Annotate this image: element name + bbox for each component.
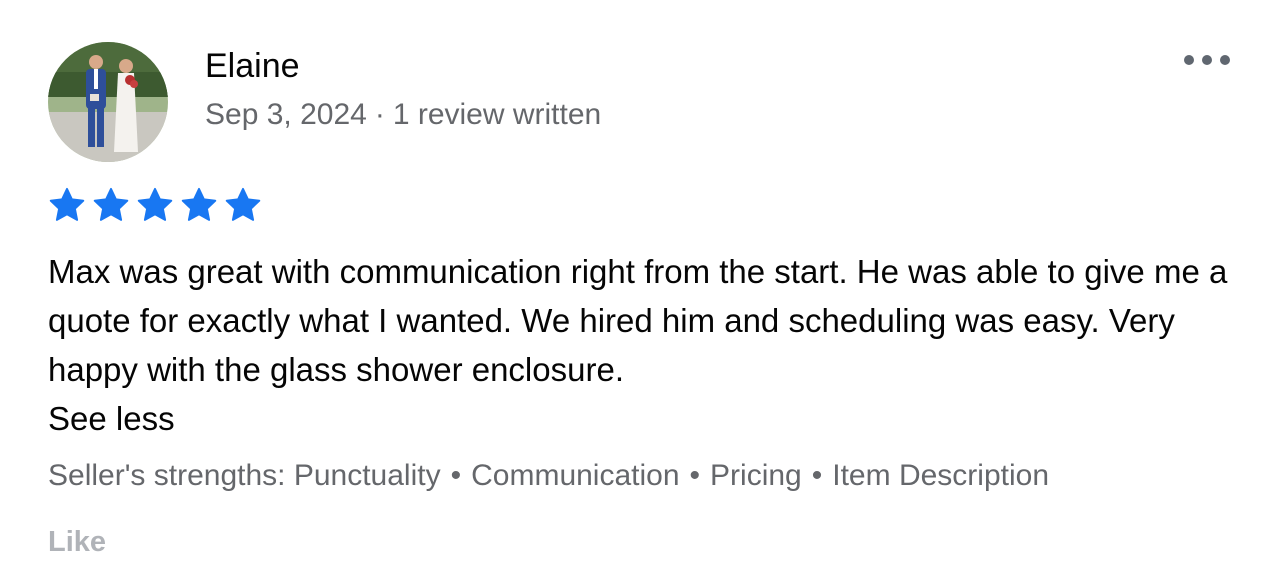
strength-item: Communication [471,459,680,492]
strength-item: Punctuality [293,459,441,492]
see-less-link[interactable]: See less [48,394,175,443]
seller-strengths: Seller's strengths: Punctuality • Communic… [48,457,1049,495]
review-card: Elaine Sep 3, 2024 · 1 review written Max … [0,0,1284,584]
strength-separator: • [450,459,462,492]
reviewer-name[interactable]: Elaine [205,46,300,86]
star-rating [48,186,262,224]
review-meta: Sep 3, 2024 · 1 review written [205,97,601,133]
meta-separator: · [374,98,385,131]
avatar[interactable] [48,42,168,162]
like-button[interactable]: Like [48,524,106,560]
strength-separator: • [811,459,823,492]
more-options-icon [1184,55,1194,65]
more-options-icon [1202,55,1212,65]
star-icon [49,187,85,221]
strength-item: Item Description [832,459,1050,492]
review-date[interactable]: Sep 3, 2024 [205,98,367,131]
star-icon [225,187,261,221]
star-icon [181,187,217,221]
review-count: 1 review written [392,98,602,131]
review-text: Max was great with communication right f… [48,253,1228,388]
strengths-label: Seller's strengths: [48,459,286,492]
strength-separator: • [689,459,701,492]
avatar-photo [48,42,168,162]
strength-item: Pricing [710,459,802,492]
more-options-button[interactable] [1184,48,1230,72]
star-icon [137,187,173,221]
more-options-icon [1220,55,1230,65]
star-icon [93,187,129,221]
